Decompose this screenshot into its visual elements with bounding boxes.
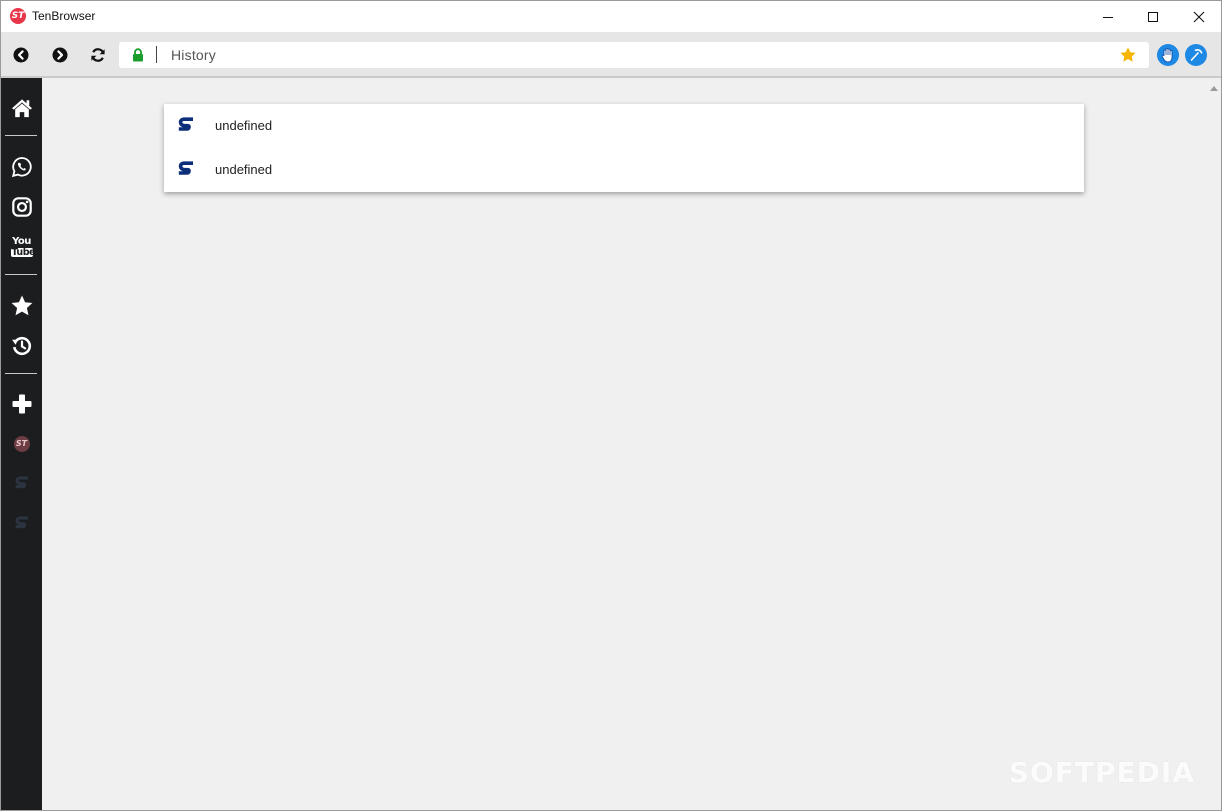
history-entry-title: undefined bbox=[215, 162, 273, 177]
sidebar-item-instagram[interactable] bbox=[1, 190, 42, 224]
sidebar-divider bbox=[5, 373, 37, 374]
history-entry[interactable]: undefined bbox=[164, 148, 1084, 192]
hand-icon bbox=[1161, 48, 1173, 63]
toolbar: History bbox=[1, 32, 1221, 78]
history-entry[interactable]: undefined bbox=[164, 104, 1084, 148]
sidebar-item-add[interactable] bbox=[1, 387, 42, 421]
bookmark-star-icon[interactable] bbox=[1119, 46, 1137, 64]
extension-pickaxe-button[interactable] bbox=[1185, 44, 1207, 66]
sidebar-divider bbox=[5, 135, 37, 136]
sidebar-item-shortcut-2[interactable] bbox=[1, 507, 42, 541]
history-page: undefined undefined SOFTPEDIA bbox=[42, 80, 1221, 810]
window-title: TenBrowser bbox=[32, 9, 96, 23]
close-icon bbox=[1193, 11, 1205, 22]
close-button[interactable] bbox=[1176, 1, 1221, 32]
title-bar: ST TenBrowser bbox=[1, 1, 1221, 32]
s-logo-icon bbox=[178, 117, 193, 131]
lock-icon bbox=[133, 48, 143, 62]
tenbrowser-icon: ST bbox=[13, 436, 30, 452]
minimize-button[interactable] bbox=[1085, 1, 1131, 32]
back-arrow-icon bbox=[13, 47, 29, 63]
back-button[interactable] bbox=[10, 44, 32, 66]
address-bar[interactable]: History bbox=[119, 42, 1149, 68]
sidebar-item-history[interactable] bbox=[1, 329, 42, 363]
s-logo-icon bbox=[178, 161, 193, 175]
reload-icon bbox=[91, 48, 105, 62]
s-shortcut-icon bbox=[15, 516, 28, 529]
minimize-icon bbox=[1103, 16, 1113, 18]
reload-button[interactable] bbox=[87, 44, 109, 66]
tenbrowser-logo-icon: ST bbox=[10, 8, 26, 24]
forward-arrow-icon bbox=[52, 47, 68, 63]
maximize-button[interactable] bbox=[1130, 1, 1176, 32]
browser-window: ST TenBrowser History You Tube ST undefi… bbox=[0, 0, 1222, 811]
sidebar-divider bbox=[5, 274, 37, 275]
sidebar-item-home[interactable] bbox=[1, 91, 42, 125]
plus-icon bbox=[12, 394, 31, 414]
home-icon bbox=[11, 99, 32, 118]
whatsapp-icon bbox=[11, 157, 32, 178]
history-list: undefined undefined bbox=[164, 104, 1084, 192]
sidebar-item-shortcut-1[interactable] bbox=[1, 467, 42, 501]
s-shortcut-icon bbox=[15, 476, 28, 489]
instagram-icon bbox=[11, 197, 32, 217]
sidebar-item-youtube[interactable]: You Tube bbox=[1, 230, 42, 264]
history-entry-title: undefined bbox=[215, 118, 273, 133]
sidebar: You Tube ST bbox=[1, 78, 42, 810]
softpedia-watermark: SOFTPEDIA bbox=[1008, 756, 1195, 789]
forward-button[interactable] bbox=[49, 44, 71, 66]
sidebar-item-whatsapp[interactable] bbox=[1, 150, 42, 184]
address-input[interactable]: History bbox=[171, 47, 216, 63]
history-icon bbox=[11, 336, 31, 356]
maximize-icon bbox=[1148, 11, 1158, 22]
address-separator bbox=[156, 46, 157, 63]
sidebar-item-tenbrowser[interactable]: ST bbox=[1, 427, 42, 461]
extension-hand-button[interactable] bbox=[1157, 44, 1179, 66]
sidebar-item-bookmarks[interactable] bbox=[1, 289, 42, 323]
scroll-up-icon[interactable] bbox=[1210, 86, 1218, 91]
youtube-icon: You Tube bbox=[10, 235, 35, 258]
star-icon bbox=[11, 295, 32, 316]
pickaxe-icon bbox=[1190, 48, 1203, 61]
